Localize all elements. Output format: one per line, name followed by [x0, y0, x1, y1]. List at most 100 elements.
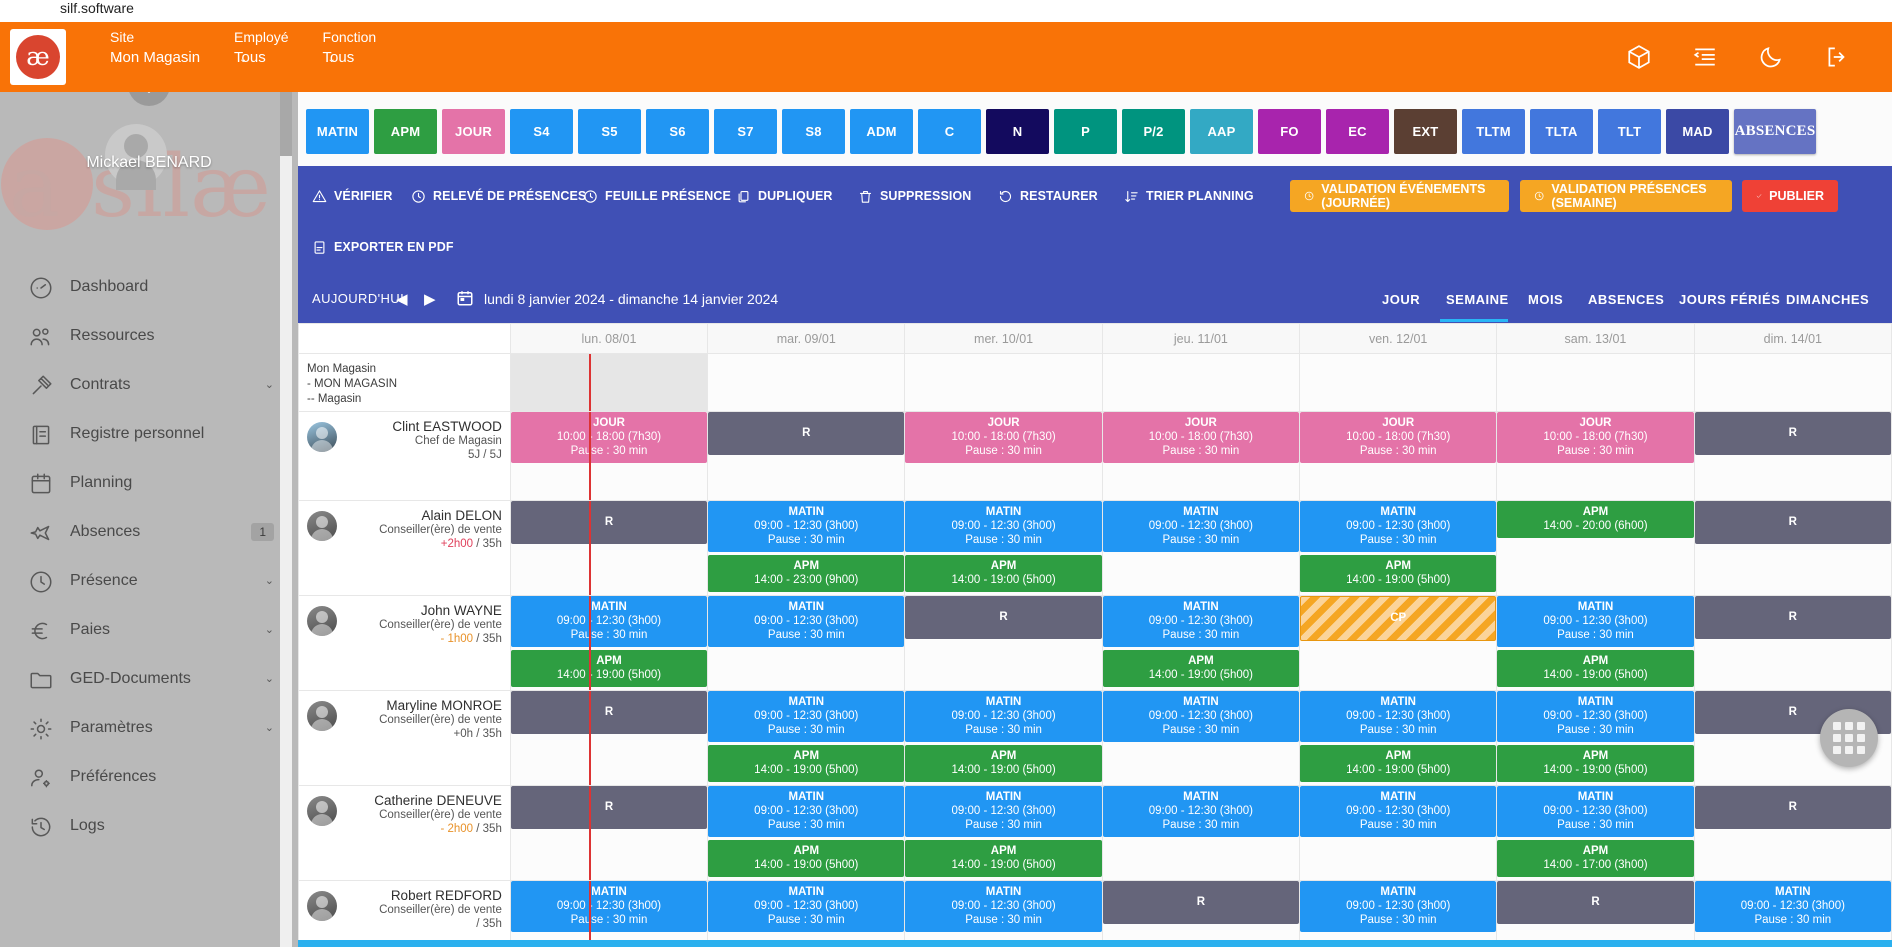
schedule-day-cell[interactable]: MATIN 09:00 - 12:30 (3h00) Pause : 30 min [707, 880, 906, 947]
shift-event-matin[interactable]: MATIN 09:00 - 12:30 (3h00) Pause : 30 min [510, 881, 708, 932]
shift-event-apm[interactable]: APM 14:00 - 19:00 (5h00) [1300, 555, 1497, 592]
site-day-cell[interactable] [1101, 353, 1301, 412]
shift-event-matin[interactable]: MATIN 09:00 - 12:30 (3h00) Pause : 30 min [1694, 881, 1891, 932]
employee-name-cell[interactable]: Clint EASTWOOD Chef de Magasin 5J / 5J [298, 411, 511, 501]
schedule-day-cell[interactable]: MATIN 09:00 - 12:30 (3h00) Pause : 30 min A… [509, 595, 709, 691]
schedule-day-cell[interactable]: MATIN 09:00 - 12:30 (3h00) Pause : 30 min A… [904, 785, 1103, 881]
shift-event-apm[interactable]: APM 14:00 - 19:00 (5h00) [510, 650, 708, 687]
shift-event-matin[interactable]: MATIN 09:00 - 12:30 (3h00) Pause : 30 min [1102, 501, 1300, 552]
schedule-day-cell[interactable]: MATIN 09:00 - 12:30 (3h00) Pause : 30 min A… [904, 690, 1103, 786]
shift-event-jour[interactable]: JOUR 10:00 - 18:00 (7h30) Pause : 30 min [1102, 412, 1300, 463]
toolbar-button-restaurer[interactable]: RESTAURER [998, 183, 1098, 209]
schedule-day-cell[interactable]: R [1693, 595, 1892, 691]
shift-tag-s8[interactable]: S8 [782, 109, 845, 154]
schedule-day-cell[interactable]: R [904, 595, 1103, 691]
shift-event-rest[interactable]: R [708, 412, 905, 455]
schedule-day-cell[interactable]: MATIN 09:00 - 12:30 (3h00) Pause : 30 min A… [904, 500, 1103, 596]
employee-name-cell[interactable]: Alain DELON Conseiller(ère) de vente +2h00… [298, 500, 511, 596]
schedule-day-cell[interactable]: JOUR 10:00 - 18:00 (7h30) Pause : 30 min [904, 411, 1103, 501]
shift-tag-ext[interactable]: EXT [1394, 109, 1457, 154]
shift-event-apm[interactable]: APM 14:00 - 19:00 (5h00) [905, 555, 1102, 592]
sidebar-item-contrats[interactable]: Contrats ⌄ [0, 360, 298, 409]
toolbar-pill-publier[interactable]: PUBLIER [1742, 180, 1838, 212]
sidebar-item-planning[interactable]: Planning [0, 458, 298, 507]
shift-tag-n[interactable]: N [986, 109, 1049, 154]
chevron-right-icon[interactable]: ▶ [424, 290, 436, 308]
toolbar-button-exporter-en-pdf[interactable]: EXPORTER EN PDF [312, 234, 454, 260]
schedule-day-cell[interactable]: R [1101, 880, 1301, 947]
schedule-day-cell[interactable]: R [509, 690, 709, 786]
view-tab-jour[interactable]: JOUR [1382, 292, 1420, 307]
shift-event-matin[interactable]: MATIN 09:00 - 12:30 (3h00) Pause : 30 min [1300, 786, 1497, 837]
sidebar-item-param-tres[interactable]: Paramètres ⌄ [0, 703, 298, 752]
site-day-cell[interactable] [1693, 353, 1892, 412]
shift-tag-matin[interactable]: MATIN [306, 109, 369, 154]
today-button[interactable]: AUJOURD'HUI [312, 291, 404, 306]
page-scrollbar-track[interactable] [280, 92, 292, 947]
site-day-cell[interactable] [1496, 353, 1695, 412]
shift-tag-apm[interactable]: APM [374, 109, 437, 154]
shift-event-apm[interactable]: APM 14:00 - 19:00 (5h00) [905, 840, 1102, 877]
schedule-day-cell[interactable]: MATIN 09:00 - 12:30 (3h00) Pause : 30 min [1299, 880, 1498, 947]
shift-tag-tlt[interactable]: TLT [1598, 109, 1661, 154]
shift-event-apm[interactable]: APM 14:00 - 19:00 (5h00) [1102, 650, 1300, 687]
schedule-day-cell[interactable]: MATIN 09:00 - 12:30 (3h00) Pause : 30 min [1101, 690, 1301, 786]
shift-event-matin[interactable]: MATIN 09:00 - 12:30 (3h00) Pause : 30 min [1497, 691, 1694, 742]
shift-event-apm[interactable]: APM 14:00 - 20:00 (6h00) [1497, 501, 1694, 538]
view-tab-dimanches[interactable]: DIMANCHES [1786, 292, 1869, 307]
sidebar-item-logs[interactable]: Logs [0, 801, 298, 850]
shift-event-matin[interactable]: MATIN 09:00 - 12:30 (3h00) Pause : 30 min [1300, 881, 1497, 932]
site-day-cell[interactable] [904, 353, 1103, 412]
shift-event-rest[interactable]: R [1102, 881, 1300, 924]
view-tab-semaine[interactable]: SEMAINE [1446, 292, 1509, 307]
shift-event-matin[interactable]: MATIN 09:00 - 12:30 (3h00) Pause : 30 min [1497, 596, 1694, 647]
shift-event-jour[interactable]: JOUR 10:00 - 18:00 (7h30) Pause : 30 min [1300, 412, 1497, 463]
shift-event-matin[interactable]: MATIN 09:00 - 12:30 (3h00) Pause : 30 min [1102, 596, 1300, 647]
logout-icon[interactable] [1824, 44, 1850, 70]
employee-name-cell[interactable]: Catherine DENEUVE Conseiller(ère) de vent… [298, 785, 511, 881]
schedule-day-cell[interactable]: MATIN 09:00 - 12:30 (3h00) Pause : 30 min A… [707, 500, 906, 596]
shift-event-apm[interactable]: APM 14:00 - 19:00 (5h00) [1300, 745, 1497, 782]
shift-tag-ec[interactable]: EC [1326, 109, 1389, 154]
shift-event-apm[interactable]: APM 14:00 - 19:00 (5h00) [708, 745, 905, 782]
schedule-day-cell[interactable]: R [1496, 880, 1695, 947]
shift-event-matin[interactable]: MATIN 09:00 - 12:30 (3h00) Pause : 30 min [905, 691, 1102, 742]
schedule-day-cell[interactable]: JOUR 10:00 - 18:00 (7h30) Pause : 30 min [1299, 411, 1498, 501]
shift-event-rest[interactable]: R [1694, 412, 1891, 455]
toolbar-button-dupliquer[interactable]: DUPLIQUER [736, 183, 833, 209]
brand-logo[interactable]: æ [10, 29, 66, 85]
sidebar-item-registre-personnel[interactable]: Registre personnel [0, 409, 298, 458]
shift-event-matin[interactable]: MATIN 09:00 - 12:30 (3h00) Pause : 30 min [1300, 501, 1497, 552]
shift-tag-p[interactable]: P [1054, 109, 1117, 154]
list-collapse-icon[interactable] [1692, 44, 1718, 70]
shift-event-apm[interactable]: APM 14:00 - 23:00 (9h00) [708, 555, 905, 592]
shift-event-matin[interactable]: MATIN 09:00 - 12:30 (3h00) Pause : 30 min [1102, 691, 1300, 742]
site-day-cell[interactable] [1299, 353, 1498, 412]
shift-event-apm[interactable]: APM 14:00 - 19:00 (5h00) [708, 840, 905, 877]
sidebar-item-dashboard[interactable]: Dashboard [0, 262, 298, 311]
schedule-day-cell[interactable]: MATIN 09:00 - 12:30 (3h00) Pause : 30 min A… [707, 690, 906, 786]
schedule-day-cell[interactable]: MATIN 09:00 - 12:30 (3h00) Pause : 30 min A… [1299, 690, 1498, 786]
schedule-day-cell[interactable]: CP [1299, 595, 1498, 691]
employee-name-cell[interactable]: Maryline MONROE Conseiller(ère) de vente +… [298, 690, 511, 786]
shift-tag-s4[interactable]: S4 [510, 109, 573, 154]
view-tab-jours-f-ri-s[interactable]: JOURS FÉRIÉS [1679, 292, 1780, 307]
shift-event-matin[interactable]: MATIN 09:00 - 12:30 (3h00) Pause : 30 min [1102, 786, 1300, 837]
schedule-day-cell[interactable]: MATIN 09:00 - 12:30 (3h00) Pause : 30 min [1101, 500, 1301, 596]
schedule-day-cell[interactable]: JOUR 10:00 - 18:00 (7h30) Pause : 30 min [509, 411, 709, 501]
shift-event-matin[interactable]: MATIN 09:00 - 12:30 (3h00) Pause : 30 min [708, 501, 905, 552]
sidebar-collapse-toggle[interactable]: ⌄ [128, 92, 170, 106]
view-tab-absences[interactable]: ABSENCES [1588, 292, 1664, 307]
shift-tag-s6[interactable]: S6 [646, 109, 709, 154]
schedule-day-cell[interactable]: MATIN 09:00 - 12:30 (3h00) Pause : 30 min [509, 880, 709, 947]
site-day-cell[interactable] [509, 353, 709, 412]
shift-event-rest[interactable]: R [510, 786, 708, 829]
shift-event-cp[interactable]: CP [1300, 596, 1497, 641]
cube-icon[interactable] [1626, 44, 1652, 70]
header-filter-site[interactable]: Site Mon Magasin ⌄ [110, 28, 200, 87]
schedule-day-cell[interactable]: R [1693, 500, 1892, 596]
shift-event-apm[interactable]: APM 14:00 - 19:00 (5h00) [1497, 650, 1694, 687]
header-filter-employ[interactable]: Employé Tous ⌄ [234, 28, 288, 87]
shift-event-jour[interactable]: JOUR 10:00 - 18:00 (7h30) Pause : 30 min [510, 412, 708, 463]
schedule-day-cell[interactable]: JOUR 10:00 - 18:00 (7h30) Pause : 30 min [1101, 411, 1301, 501]
